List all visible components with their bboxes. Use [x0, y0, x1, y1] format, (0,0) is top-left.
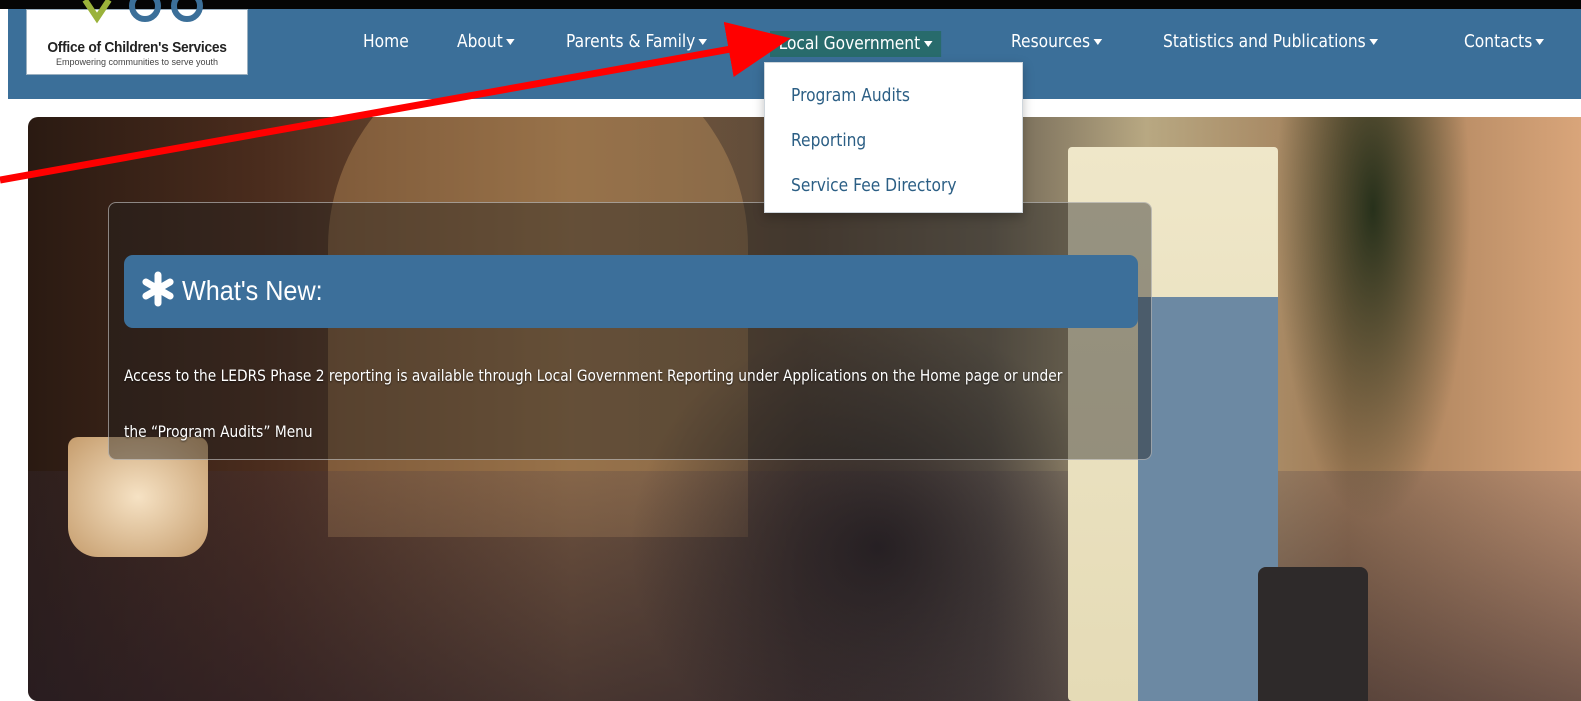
hero-plant: [1258, 117, 1488, 577]
logo-mark-icon: [82, 0, 203, 24]
nav-contacts-label: Contacts: [1464, 31, 1533, 52]
whats-new-panel: What's New: Access to the LEDRS Phase 2 …: [108, 202, 1152, 460]
nav-home[interactable]: Home: [363, 29, 409, 55]
logo-tagline: Empowering communities to serve youth: [55, 57, 219, 67]
local-government-dropdown: Program Audits Reporting Service Fee Dir…: [764, 62, 1023, 213]
caret-down-icon: [923, 41, 933, 47]
logo-title: Office of Children's Services: [47, 39, 227, 56]
asterisk-icon: [142, 271, 174, 307]
hero-plant-pot: [1258, 567, 1368, 701]
hero-display-banner-band: [1138, 297, 1278, 701]
caret-down-icon: [1369, 39, 1378, 45]
nav-statistics-publications[interactable]: Statistics and Publications: [1163, 29, 1378, 55]
nav-resources[interactable]: Resources: [1011, 29, 1103, 55]
whats-new-body: Access to the LEDRS Phase 2 reporting is…: [124, 366, 1063, 441]
caret-down-icon: [698, 39, 708, 45]
nav-parents-family-label: Parents & Family: [566, 31, 696, 52]
nav-home-label: Home: [363, 31, 409, 52]
dropdown-item-reporting[interactable]: Reporting: [791, 126, 866, 156]
nav-local-government-label: Local Government: [778, 33, 921, 54]
caret-down-icon: [1093, 39, 1103, 45]
caret-down-icon: [506, 39, 515, 45]
nav-resources-label: Resources: [1011, 31, 1091, 52]
whats-new-header: What's New:: [124, 255, 1138, 328]
nav-statistics-publications-label: Statistics and Publications: [1163, 31, 1366, 52]
nav-about[interactable]: About: [457, 29, 515, 55]
whats-new-title: What's New:: [182, 275, 323, 306]
nav-contacts[interactable]: Contacts: [1464, 29, 1545, 55]
caret-down-icon: [1535, 39, 1545, 45]
dropdown-item-program-audits[interactable]: Program Audits: [791, 81, 910, 111]
nav-local-government[interactable]: Local Government: [770, 31, 941, 57]
nav-parents-family[interactable]: Parents & Family: [566, 29, 708, 55]
dropdown-item-service-fee-directory[interactable]: Service Fee Directory: [791, 171, 957, 201]
site-logo[interactable]: Office of Children's Services Empowering…: [26, 0, 248, 75]
top-border: [0, 0, 1581, 9]
nav-about-label: About: [457, 31, 503, 52]
